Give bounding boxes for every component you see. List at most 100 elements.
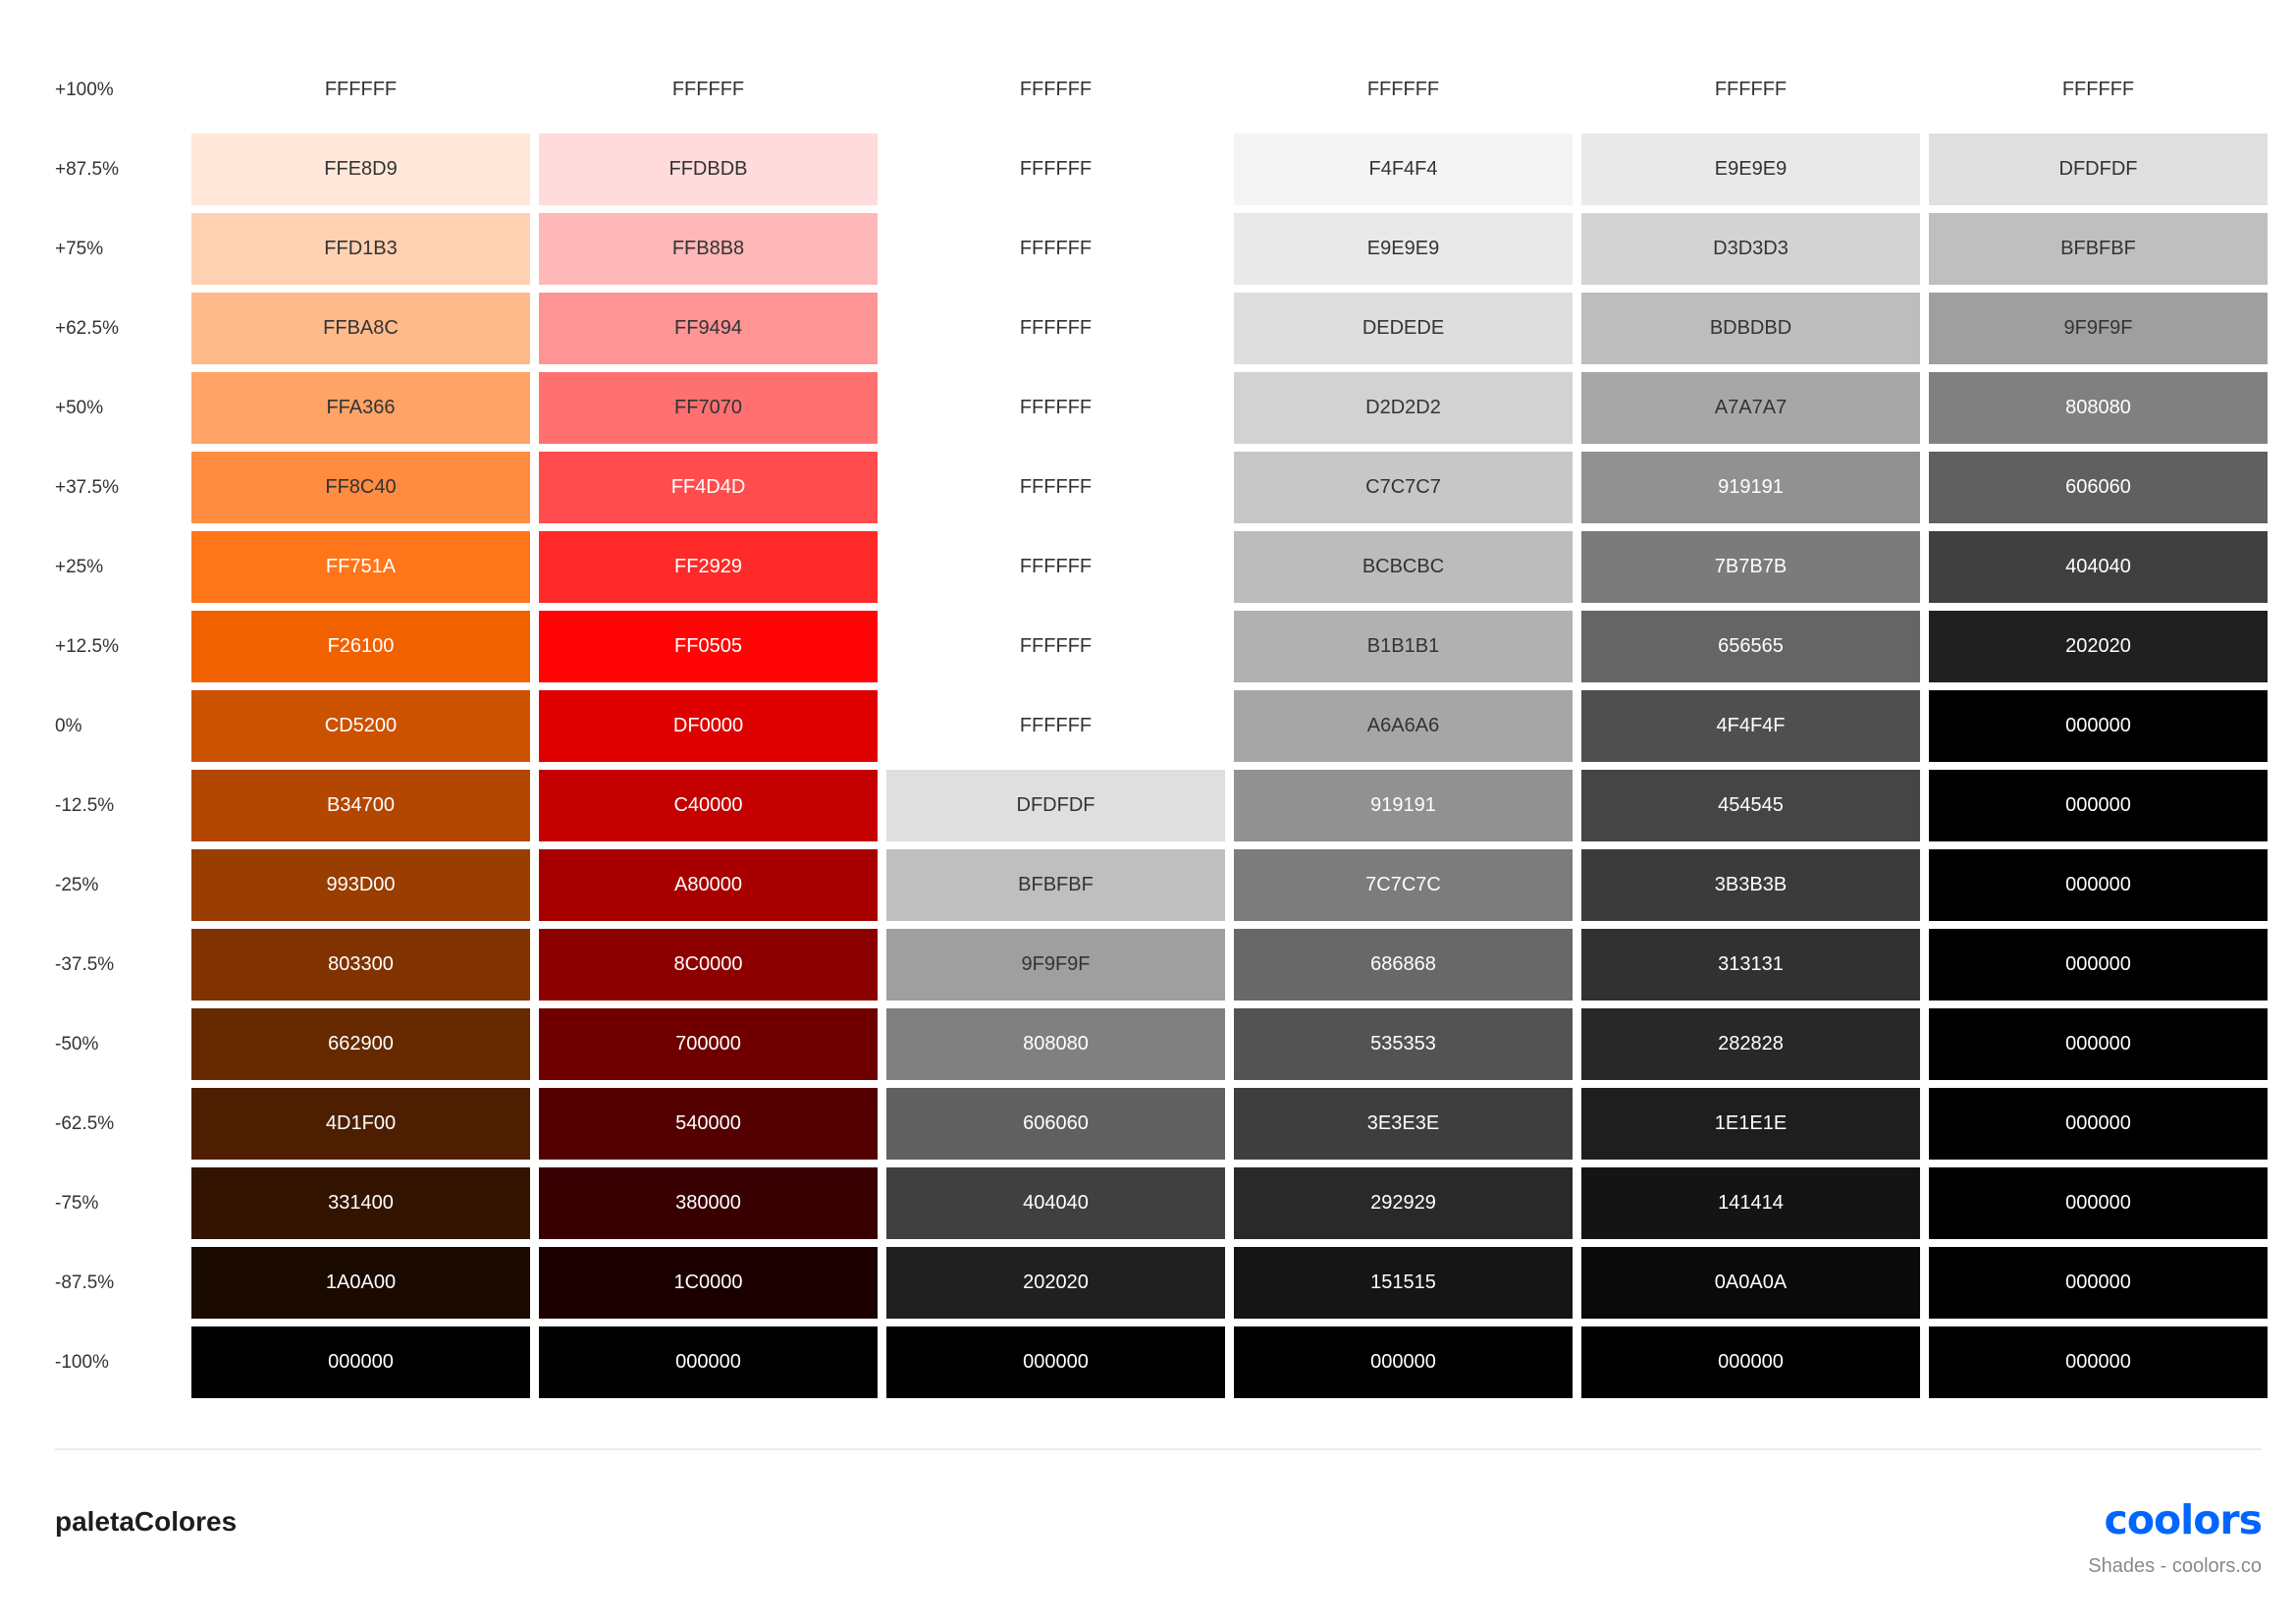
color-swatch: 1C0000	[539, 1247, 878, 1319]
color-swatch: FFFFFF	[1234, 54, 1573, 126]
color-swatch: FFA366	[191, 372, 530, 444]
color-swatch: C40000	[539, 770, 878, 841]
color-swatch: 000000	[886, 1326, 1225, 1398]
color-swatch: E9E9E9	[1581, 134, 1920, 205]
color-swatch: 000000	[1929, 1167, 2268, 1239]
color-swatch: FF0505	[539, 611, 878, 682]
color-swatch: D3D3D3	[1581, 213, 1920, 285]
color-swatch: A80000	[539, 849, 878, 921]
color-swatch: DF0000	[539, 690, 878, 762]
shade-level-label: +12.5%	[55, 635, 119, 657]
color-swatch: 1E1E1E	[1581, 1088, 1920, 1160]
color-swatch: 202020	[1929, 611, 2268, 682]
coolors-logo: coolors	[2104, 1496, 2263, 1543]
color-swatch: 535353	[1234, 1008, 1573, 1080]
color-swatch: 9F9F9F	[1929, 293, 2268, 364]
color-swatch: FFFFFF	[1581, 54, 1920, 126]
color-swatch: 540000	[539, 1088, 878, 1160]
color-swatch: 000000	[1929, 1247, 2268, 1319]
color-swatch: 8C0000	[539, 929, 878, 1001]
color-swatch: 4D1F00	[191, 1088, 530, 1160]
color-swatch: FFFFFF	[886, 293, 1225, 364]
color-swatch: 808080	[1929, 372, 2268, 444]
color-swatch: DFDFDF	[1929, 134, 2268, 205]
color-swatch: 700000	[539, 1008, 878, 1080]
color-swatch: FF751A	[191, 531, 530, 603]
color-swatch: 000000	[1929, 690, 2268, 762]
color-swatch: A6A6A6	[1234, 690, 1573, 762]
shade-level-label: -62.5%	[55, 1112, 115, 1134]
shade-level-label: -75%	[55, 1192, 99, 1214]
shade-level-label: -50%	[55, 1033, 99, 1055]
color-swatch: 662900	[191, 1008, 530, 1080]
color-swatch: 606060	[1929, 452, 2268, 523]
shade-level-label: +100%	[55, 79, 114, 100]
color-swatch: FFFFFF	[539, 54, 878, 126]
color-swatch: 331400	[191, 1167, 530, 1239]
palette-name: paletaColores	[55, 1506, 238, 1537]
shade-level-label: -100%	[55, 1351, 109, 1373]
color-swatch: 202020	[886, 1247, 1225, 1319]
color-swatch: FFD1B3	[191, 213, 530, 285]
shade-level-label: +50%	[55, 397, 104, 418]
color-swatch: 000000	[1929, 1088, 2268, 1160]
shade-level-label: 0%	[55, 715, 82, 736]
color-swatch: B34700	[191, 770, 530, 841]
color-swatch: FFFFFF	[886, 690, 1225, 762]
color-swatch: BFBFBF	[1929, 213, 2268, 285]
color-swatch: FFFFFF	[191, 54, 530, 126]
color-swatch: 919191	[1234, 770, 1573, 841]
color-swatch: 0A0A0A	[1581, 1247, 1920, 1319]
color-swatch: A7A7A7	[1581, 372, 1920, 444]
shade-level-label: -25%	[55, 874, 99, 895]
color-swatch: 1A0A00	[191, 1247, 530, 1319]
shades-grid: +100% FFFFFF FFFFFF FFFFFF FFFFFF FFFFFF FFFFF…	[55, 54, 2268, 1398]
color-swatch: 3E3E3E	[1234, 1088, 1573, 1160]
divider	[55, 1448, 2262, 1450]
color-swatch: 686868	[1234, 929, 1573, 1001]
color-swatch: FF2929	[539, 531, 878, 603]
color-swatch: CD5200	[191, 690, 530, 762]
color-swatch: FF4D4D	[539, 452, 878, 523]
color-swatch: DFDFDF	[886, 770, 1225, 841]
shade-level-label: +75%	[55, 238, 104, 259]
color-swatch: 000000	[191, 1326, 530, 1398]
color-swatch: 808080	[886, 1008, 1225, 1080]
color-swatch: FFFFFF	[886, 531, 1225, 603]
color-swatch: 993D00	[191, 849, 530, 921]
color-swatch: 380000	[539, 1167, 878, 1239]
color-swatch: 000000	[539, 1326, 878, 1398]
color-swatch: 000000	[1929, 770, 2268, 841]
color-swatch: FF7070	[539, 372, 878, 444]
shade-level-label: +25%	[55, 556, 104, 577]
color-swatch: 7C7C7C	[1234, 849, 1573, 921]
color-swatch: 606060	[886, 1088, 1225, 1160]
color-swatch: 9F9F9F	[886, 929, 1225, 1001]
shade-level-label: -12.5%	[55, 794, 115, 816]
color-swatch: FFFFFF	[886, 213, 1225, 285]
color-swatch: FFFFFF	[886, 372, 1225, 444]
color-swatch: 454545	[1581, 770, 1920, 841]
shade-level-label: +62.5%	[55, 317, 119, 339]
shade-level-label: +37.5%	[55, 476, 119, 498]
color-swatch: 7B7B7B	[1581, 531, 1920, 603]
color-swatch: BDBDBD	[1581, 293, 1920, 364]
color-swatch: FFBA8C	[191, 293, 530, 364]
shade-level-label: +87.5%	[55, 158, 119, 180]
color-swatch: FFFFFF	[886, 452, 1225, 523]
color-swatch: 313131	[1581, 929, 1920, 1001]
color-swatch: F4F4F4	[1234, 134, 1573, 205]
color-swatch: FFFFFF	[886, 134, 1225, 205]
color-swatch: 282828	[1581, 1008, 1920, 1080]
color-swatch: FFDBDB	[539, 134, 878, 205]
shade-level-label: -37.5%	[55, 953, 115, 975]
color-swatch: C7C7C7	[1234, 452, 1573, 523]
color-swatch: E9E9E9	[1234, 213, 1573, 285]
color-swatch: 292929	[1234, 1167, 1573, 1239]
color-swatch: 404040	[1929, 531, 2268, 603]
color-swatch: F26100	[191, 611, 530, 682]
color-swatch: FFE8D9	[191, 134, 530, 205]
color-swatch: 000000	[1929, 1008, 2268, 1080]
color-swatch: 000000	[1581, 1326, 1920, 1398]
color-swatch: FF8C40	[191, 452, 530, 523]
